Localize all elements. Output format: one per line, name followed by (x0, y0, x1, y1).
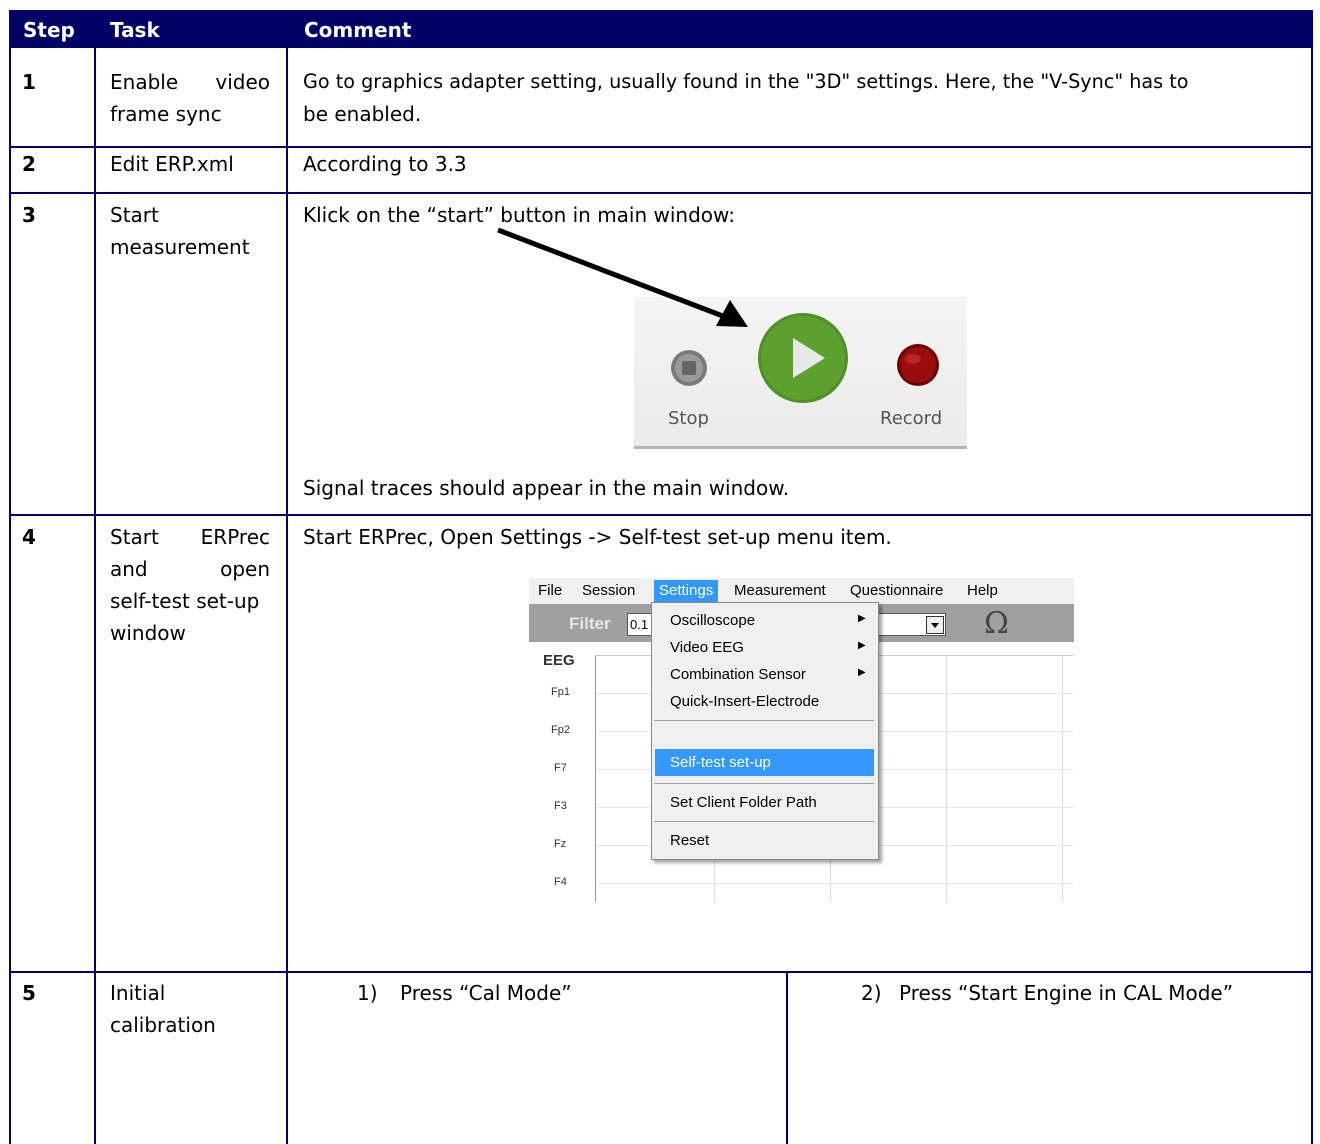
row-divider (9, 514, 1313, 516)
sub-step-number: 1) (357, 981, 378, 1005)
comment-text-line: Start ERPrec, Open Settings -> Self-test… (303, 525, 892, 549)
table-border-right (1311, 48, 1313, 1144)
filter-label: Filter (569, 614, 611, 633)
submenu-arrow-icon: ▶ (858, 613, 866, 624)
menu-item-set-client-folder-path[interactable]: Set Client Folder Path (670, 794, 817, 811)
header-task: Task (110, 18, 160, 42)
step-number: 5 (22, 981, 36, 1005)
stop-icon (671, 350, 707, 386)
task-text-line: window (110, 621, 186, 645)
comment-text-line: Go to graphics adapter setting, usually … (303, 70, 1189, 93)
sub-step-text: Press “Cal Mode” (400, 981, 572, 1005)
comment-after-text: Signal traces should appear in the main … (303, 476, 790, 500)
header-step: Step (23, 18, 75, 42)
dropdown-arrow-icon[interactable] (926, 616, 944, 634)
table-border-col1 (94, 48, 96, 1144)
play-icon (758, 313, 848, 403)
settings-menu-screenshot: File Session Settings Measurement Questi… (529, 578, 1074, 902)
menu-item-quick-insert-electrode[interactable]: Quick-Insert-Electrode (670, 693, 819, 710)
menu-item-oscilloscope[interactable]: Oscilloscope (670, 612, 755, 629)
menu-session[interactable]: Session (582, 582, 635, 599)
menu-questionnaire[interactable]: Questionnaire (850, 582, 943, 599)
header-comment: Comment (304, 18, 412, 42)
comment-text-line: According to 3.3 (303, 152, 467, 176)
stop-label: Stop (668, 408, 709, 429)
channel-label: F3 (554, 800, 567, 812)
task-text-line: Start (110, 203, 159, 227)
settings-dropdown-menu: Oscilloscope ▶ Video EEG ▶ Combination S… (651, 602, 879, 860)
menu-settings[interactable]: Settings (654, 580, 719, 602)
task-text-line: Enable video (110, 70, 270, 94)
task-text-line: Edit ERP.xml (110, 152, 234, 176)
task-text-line: Initial (110, 981, 166, 1005)
menu-separator (654, 720, 874, 721)
step-number: 1 (22, 70, 36, 94)
task-text-line: and open (110, 557, 270, 581)
table-border-split (786, 972, 788, 1144)
table-header-row: Step Task Comment (9, 10, 1313, 48)
menu-bar: File Session Settings Measurement Questi… (529, 578, 1074, 604)
channel-label: Fp1 (551, 686, 570, 698)
record-icon (897, 344, 939, 386)
channel-label: Fz (554, 838, 567, 850)
sub-step-number: 2) (861, 981, 882, 1005)
menu-item-self-test-setup[interactable]: Self-test set-up (670, 754, 771, 771)
row-divider (9, 192, 1313, 194)
media-controls-image: Stop Record (634, 297, 967, 449)
task-text-line: Start ERPrec (110, 525, 270, 549)
eeg-section-label: EEG (543, 652, 575, 669)
grid-line (596, 883, 1074, 884)
filter-dropdown[interactable] (874, 613, 946, 636)
menu-separator (654, 783, 874, 784)
submenu-arrow-icon: ▶ (858, 640, 866, 651)
step-number: 4 (22, 525, 36, 549)
task-text-line: frame sync (110, 102, 222, 126)
task-text-line: self-test set-up (110, 589, 260, 613)
menu-item-combination-sensor[interactable]: Combination Sensor (670, 666, 806, 683)
channel-label: F4 (554, 876, 567, 888)
table-border-col2 (286, 48, 288, 1144)
omega-icon[interactable]: Ω (984, 606, 1009, 641)
menu-item-reset[interactable]: Reset (670, 832, 709, 849)
task-text-line: measurement (110, 235, 250, 259)
submenu-arrow-icon: ▶ (858, 667, 866, 678)
sub-step-text: Press “Start Engine in CAL Mode” (899, 981, 1234, 1005)
menu-file[interactable]: File (538, 582, 562, 599)
menu-separator (654, 821, 874, 822)
menu-help[interactable]: Help (967, 582, 998, 599)
menu-measurement[interactable]: Measurement (734, 582, 826, 599)
step-number: 2 (22, 152, 36, 176)
record-label: Record (880, 408, 943, 429)
table-border-left (9, 48, 11, 1144)
row-divider (9, 971, 1313, 973)
step-number: 3 (22, 203, 36, 227)
channel-label: F7 (554, 762, 567, 774)
task-text-line: calibration (110, 1013, 216, 1037)
comment-text-line: be enabled. (303, 102, 422, 126)
comment-text-line: Klick on the “start” button in main wind… (303, 203, 736, 227)
menu-item-video-eeg[interactable]: Video EEG (670, 639, 744, 656)
channel-label: Fp2 (551, 724, 570, 736)
